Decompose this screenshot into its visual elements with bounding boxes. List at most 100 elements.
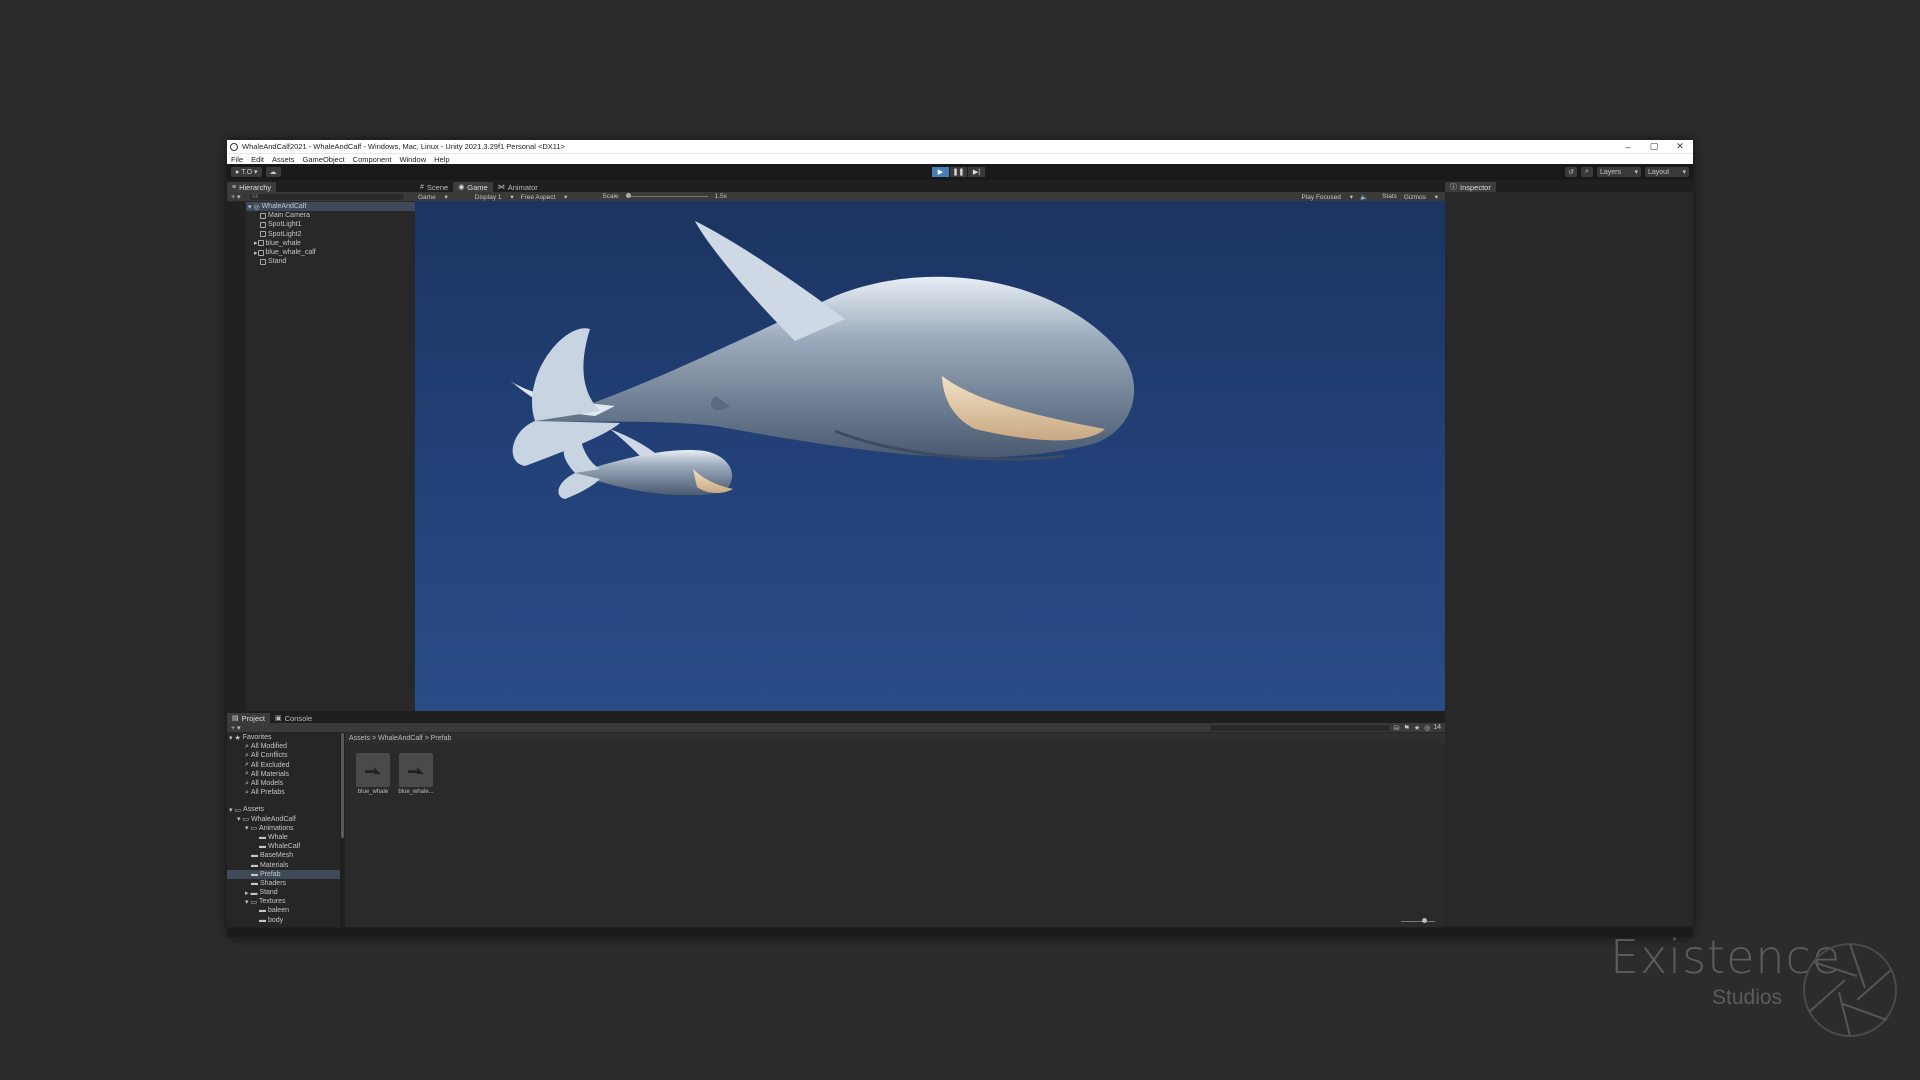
folder-item[interactable]: ▬ baleen [227,906,340,915]
menu-window[interactable]: Window [399,155,426,164]
tab-animator[interactable]: ⋈ Animator [493,182,543,192]
hierarchy-item-label: WhaleAndCalf [261,203,307,211]
step-button[interactable]: ▶| [968,167,985,177]
account-label: T.O [241,168,253,176]
favorite-item-label: All Materials [250,770,289,778]
whale-thumbnail-icon: ▬◣ [365,764,381,775]
hidden-packages-icon[interactable]: ◎ [1424,724,1430,732]
project-search-input[interactable] [1209,724,1390,731]
search-button[interactable]: ⌕ [1581,167,1593,177]
layout-dropdown[interactable]: Layout ▾ [1645,167,1689,177]
breadcrumb-item[interactable]: Assets [349,735,370,742]
scrollbar-thumb[interactable] [341,733,344,838]
hierarchy-item-label: blue_whale [265,239,301,247]
asset-count: 14 [1433,724,1441,731]
scale-slider-thumb[interactable] [625,193,631,198]
tab-inspector-label: Inspector [1460,182,1491,192]
favorite-item[interactable]: ⌕ All Conflicts [227,751,340,760]
favorite-item[interactable]: ⌕ All Excluded [227,761,340,770]
game-mode-dropdown[interactable]: Game ▾ [418,193,448,201]
hierarchy-item-blue-whale-calf[interactable]: ▸ blue_whale_calf [246,248,415,257]
stats-button[interactable]: Stats [1382,193,1397,200]
tab-animator-label: Animator [507,182,538,192]
tab-project[interactable]: ▤ Project [227,713,270,723]
menu-help[interactable]: Help [434,155,449,164]
folder-item[interactable]: ▾ ▭ Textures [227,897,340,906]
scale-slider[interactable] [625,193,708,198]
gizmos-dropdown[interactable]: Gizmos ▾ [1404,193,1438,201]
account-button[interactable]: ● T.O ▾ [231,167,262,177]
tab-game[interactable]: ◉ Game [453,182,493,192]
folder-item[interactable]: ▬ Whale [227,833,340,842]
display-label: Display 1 [474,193,502,201]
pause-button[interactable]: ❚❚ [950,167,967,177]
cloud-button[interactable]: ☁ [265,167,281,177]
folder-item[interactable]: ▬ Materials [227,860,340,869]
assets-header[interactable]: ▾ ▭ Assets [227,805,340,814]
folder-item[interactable]: ▾ ▭ Animations [227,824,340,833]
layers-dropdown[interactable]: Layers ▾ [1597,167,1641,177]
asset-prefab-blue-whale-calf[interactable]: ▬◣ blue_whale... [398,753,434,795]
folder-item[interactable]: ▸ ▬ Stand [227,888,340,897]
gameobject-icon [260,212,266,219]
favorite-item[interactable]: ⌕ All Models [227,779,340,788]
thumbnail-size-slider[interactable] [1401,918,1435,923]
slider-thumb[interactable] [1422,918,1427,923]
filter-type-icon[interactable]: ⛁ [1394,724,1400,732]
folder-item[interactable]: ▬ BaseMesh [227,851,340,860]
maximize-button[interactable]: ▢ [1641,141,1667,152]
game-viewport[interactable] [415,201,1445,711]
favorite-item[interactable]: ⌕ All Modified [227,742,340,751]
folder-item[interactable]: ▬ body [227,916,340,925]
aspect-dropdown[interactable]: Free Aspect ▾ [521,193,568,201]
hierarchy-item-whaleandcalf[interactable]: ▾ ◎ WhaleAndCalf [246,202,415,212]
tab-hierarchy[interactable]: ≡ Hierarchy [227,182,277,192]
hierarchy-search-input[interactable]: All [248,193,404,200]
hierarchy-item-spotlight2[interactable]: SpotLight2 [246,230,415,239]
folder-open-icon: ▾ ▭ [229,806,244,814]
add-button[interactable]: + ▾ [231,193,241,201]
display-dropdown[interactable]: Display 1 ▾ [475,193,514,201]
play-focused-dropdown[interactable]: Play Focused ▾ [1302,193,1353,201]
folder-label: BaseMesh [259,852,294,860]
folder-label: Prefab [259,870,281,878]
favorites-header[interactable]: ▾ ★ Favorites [227,733,340,742]
create-asset-button[interactable]: + ▾ [231,724,241,732]
folder-label: WhaleAndCalf [251,815,296,823]
asset-prefab-blue-whale[interactable]: ▬◣ blue_whale [355,753,391,795]
hierarchy-item-spotlight1[interactable]: SpotLight1 [246,220,415,229]
mute-audio-button[interactable]: 🔈 [1360,193,1375,201]
hierarchy-item-stand[interactable]: Stand [246,257,415,266]
folder-item[interactable]: ▬ WhaleCalf [227,842,340,851]
favorite-item[interactable]: ⌕ All Materials [227,770,340,779]
menu-assets[interactable]: Assets [272,155,295,164]
play-button[interactable]: ▶ [932,167,949,177]
filter-label-icon[interactable]: ⚑ [1404,724,1410,732]
menu-file[interactable]: File [231,155,243,164]
status-bar [227,928,1693,937]
favorite-item[interactable]: ⌕ All Prefabs [227,788,340,797]
undo-history-button[interactable]: ↺ [1565,167,1577,177]
folder-item[interactable]: ▾ ▭ WhaleAndCalf [227,815,340,824]
tab-scene[interactable]: # Scene [415,182,453,192]
tab-console[interactable]: ▣ Console [270,713,317,723]
toolbar-right: ↺ ⌕ Layers ▾ Layout ▾ [1565,167,1689,177]
folder-item-selected[interactable]: ▬ Prefab [227,869,340,879]
hierarchy-item-main-camera[interactable]: Main Camera [246,211,415,220]
menu-component[interactable]: Component [353,155,392,164]
folder-icon: ▾ ▭ [245,898,260,906]
breadcrumb-item[interactable]: Prefab [431,735,452,742]
hierarchy-item-label: Stand [268,258,287,266]
assets-label: Assets [243,806,265,814]
menu-edit[interactable]: Edit [251,155,264,164]
minimize-button[interactable]: – [1615,142,1641,152]
close-button[interactable]: ✕ [1667,141,1693,152]
hierarchy-item-blue-whale[interactable]: ▸ blue_whale [246,239,415,248]
tab-inspector[interactable]: ⓘ Inspector [1445,182,1496,192]
center-tabbar: # Scene ◉ Game ⋈ Animator [415,182,1445,192]
favorite-star-icon[interactable]: ★ [1414,724,1420,732]
breadcrumb-item[interactable]: WhaleAndCalf [378,735,423,742]
folder-item[interactable]: ▬ Shaders [227,879,340,888]
game-toolbar: Game ▾ Display 1 ▾ Free Aspect ▾ Scale 1… [415,192,1445,201]
menu-gameobject[interactable]: GameObject [303,155,345,164]
